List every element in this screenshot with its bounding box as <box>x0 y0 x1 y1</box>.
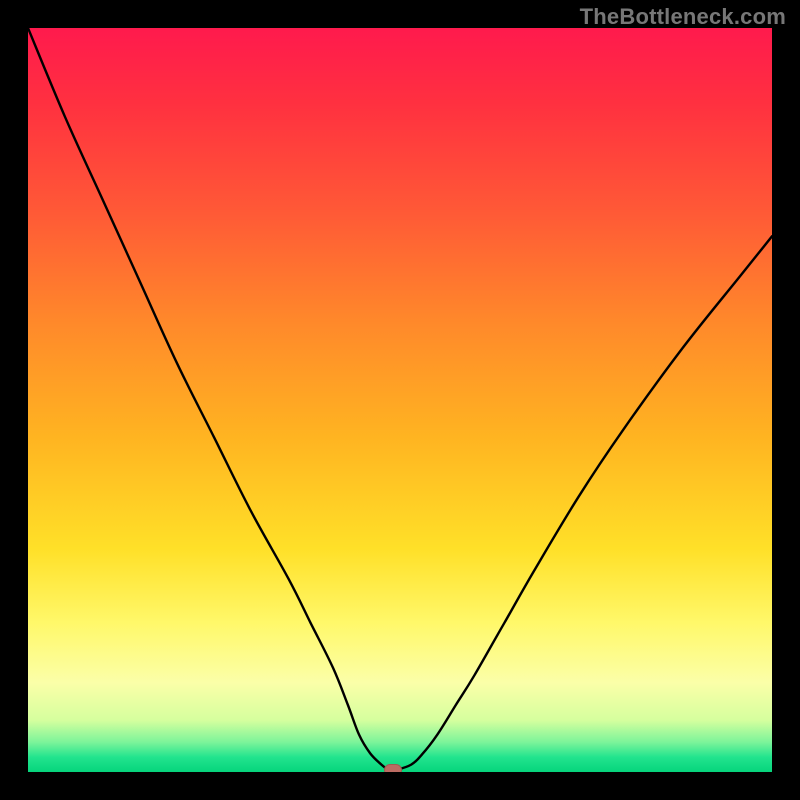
plot-area <box>28 28 772 772</box>
watermark-text: TheBottleneck.com <box>580 4 786 30</box>
chart-frame: TheBottleneck.com <box>0 0 800 800</box>
optimum-marker <box>384 764 402 772</box>
bottleneck-curve <box>28 28 772 772</box>
